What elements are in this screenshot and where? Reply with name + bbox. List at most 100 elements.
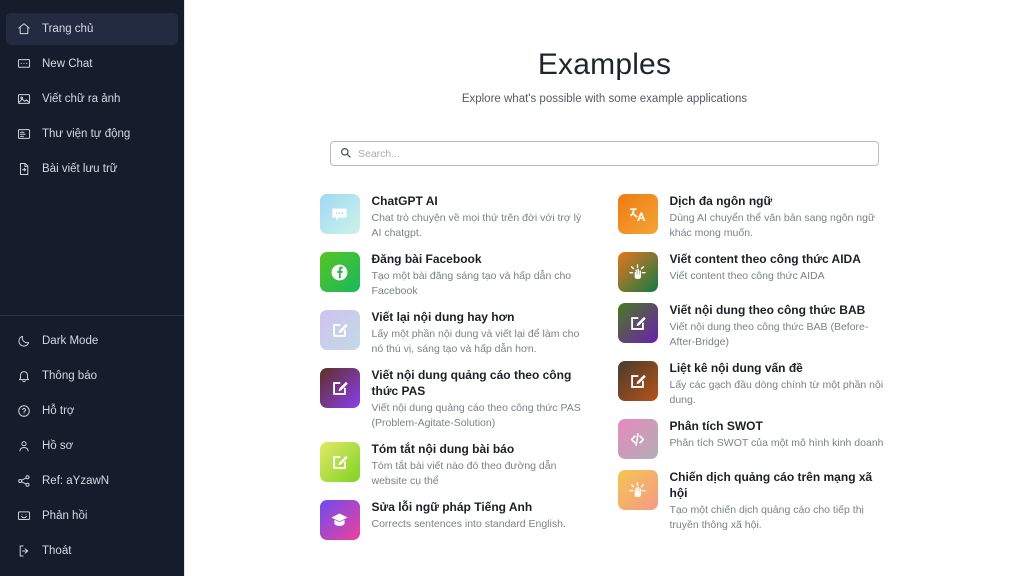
example-card-body: Viết nội dung theo công thức BAB Viết nội… [670,301,890,350]
sidebar-item-2[interactable]: Thông báo [6,360,178,392]
user-icon [16,439,31,454]
graduation-cap-icon [319,500,360,540]
sidebar-item-3[interactable]: Hỗ trợ [6,395,178,427]
example-card-body: Viết lại nội dung hay hơn Lấy một phần nộ… [372,308,592,357]
feedback-icon [16,509,31,524]
example-card-title: Phân tích SWOT [669,419,763,433]
edit-square-icon [617,303,658,343]
sidebar-item-label: Dark Mode [42,335,99,347]
example-card-title: Sửa lỗi ngữ pháp Tiếng Anh [371,500,533,514]
example-card-description: Chat trò chuyện về mọi thứ trên đời với … [371,212,582,239]
example-card[interactable]: Sửa lỗi ngữ pháp Tiếng Anh Corrects sente… [319,498,592,549]
example-card-body: Viết content theo công thức AIDA Viết con… [670,250,861,284]
example-card-description: Phân tích SWOT của một mô hình kinh doan… [669,437,884,449]
example-card-title: Chiến dịch quảng cáo trên mạng xã hội [669,470,873,500]
example-card-description: Corrects sentences into standard English… [371,518,566,530]
example-card-title: Viết content theo công thức AIDA [669,252,861,266]
example-card[interactable]: Tóm tắt nội dung bài báo Tóm tắt bài viết… [319,440,592,498]
example-card[interactable]: Đăng bài Facebook Tạo một bài đăng sáng t… [319,250,592,308]
translate-icon [617,194,658,234]
sidebar-item-5[interactable]: Bài viết lưu trữ [6,153,178,185]
sidebar-divider [0,315,184,316]
example-card-body: Chiến dịch quảng cáo trên mạng xã hội Tạo… [670,468,890,533]
sidebar-item-label: Phản hồi [42,510,88,522]
moon-icon [16,334,31,349]
example-card[interactable]: Viết content theo công thức AIDA Viết con… [617,250,890,301]
sidebar-item-2[interactable]: New Chat [6,48,178,80]
chat-bubble-icon [319,194,360,234]
example-card-title: Tóm tắt nội dung bài báo [371,442,515,456]
search-container [330,141,879,166]
example-card[interactable]: ChatGPT AI Chat trò chuyện về mọi thứ trê… [319,192,592,250]
idea-hand-icon [617,252,658,292]
example-card-description: Viết content theo công thức AIDA [669,270,825,282]
share-icon [16,474,31,489]
example-card-body: Tóm tắt nội dung bài báo Tóm tắt bài viết… [372,440,592,489]
example-card-body: ChatGPT AI Chat trò chuyện về mọi thứ trê… [372,192,592,241]
example-card-description: Lấy một phần nội dung và viết lại để làm… [371,328,580,355]
example-card-body: Đăng bài Facebook Tạo một bài đăng sáng t… [372,250,592,299]
example-card[interactable]: Viết nội dung quảng cáo theo công thức P… [319,366,592,440]
sidebar-item-label: New Chat [42,58,93,70]
example-card[interactable]: Viết nội dung theo công thức BAB Viết nội… [617,301,890,359]
chat-icon [16,57,31,72]
sidebar-secondary-nav: Dark Mode Thông báo Hỗ trợ Hồ sơ Ref: aYzawN… [0,322,184,576]
example-card-description: Dùng AI chuyển thể văn bản sang ngôn ngữ… [669,212,876,239]
sidebar-item-label: Thoát [42,545,72,557]
edit-square-icon [617,361,658,401]
edit-square-icon [319,310,360,350]
sidebar-item-5[interactable]: Ref: aYzawN [6,465,178,497]
image-icon [16,92,31,107]
sidebar-item-label: Ref: aYzawN [42,475,110,487]
example-card[interactable]: Liệt kê nội dung vấn đề Lấy các gạch đầu … [617,359,890,417]
sidebar-item-label: Hỗ trợ [42,405,75,417]
example-card-body: Phân tích SWOT Phân tích SWOT của một mô … [670,417,884,451]
page-subtitle: Explore what's possible with some exampl… [461,93,748,105]
sidebar: Trang chủ New Chat Viết chữ ra ảnh Thư viện… [0,0,185,576]
edit-square-icon [319,442,360,482]
sidebar-item-label: Viết chữ ra ảnh [42,93,121,105]
example-card-title: Viết lại nội dung hay hơn [371,310,515,324]
sidebar-item-6[interactable]: Phản hồi [6,500,178,532]
example-card-title: Viết nội dung quảng cáo theo công thức P… [371,368,572,398]
sidebar-item-label: Thông báo [42,370,97,382]
sidebar-item-1[interactable]: Trang chủ [6,13,178,45]
example-card-description: Tạo một chiến dịch quảng cáo cho tiếp th… [669,504,864,531]
example-card[interactable]: Dịch đa ngôn ngữ Dùng AI chuyển thể văn b… [617,192,890,250]
main-content: Examples Explore what's possible with so… [185,0,1024,576]
library-icon [16,127,31,142]
sidebar-item-3[interactable]: Viết chữ ra ảnh [6,83,178,115]
example-card[interactable]: Viết lại nội dung hay hơn Lấy một phần nộ… [319,308,592,366]
example-card-body: Sửa lỗi ngữ pháp Tiếng Anh Corrects sente… [372,498,566,532]
examples-column-right: Dịch đa ngôn ngữ Dùng AI chuyển thể văn b… [617,192,890,549]
example-card-body: Liệt kê nội dung vấn đề Lấy các gạch đầu … [670,359,890,408]
search-icon [340,145,351,163]
example-card-body: Viết nội dung quảng cáo theo công thức P… [372,366,592,431]
sidebar-item-4[interactable]: Thư viện tự động [6,118,178,150]
facebook-icon [319,252,360,292]
sidebar-item-7[interactable]: Thoát [6,535,178,567]
example-card-description: Viết nội dung quảng cáo theo công thức P… [371,402,581,429]
example-card-description: Lấy các gạch đầu dòng chính từ một phần … [669,379,884,406]
example-card-title: Dịch đa ngôn ngữ [669,194,773,208]
search-box[interactable] [330,141,879,166]
sidebar-item-label: Hồ sơ [42,440,74,452]
document-icon [16,162,31,177]
example-card[interactable]: Chiến dịch quảng cáo trên mạng xã hội Tạo… [617,468,890,542]
app-root: Trang chủ New Chat Viết chữ ra ảnh Thư viện… [0,0,1024,576]
sidebar-primary-nav: Trang chủ New Chat Viết chữ ra ảnh Thư viện… [0,6,184,188]
example-card-description: Viết nội dung theo công thức BAB (Before… [669,321,869,348]
bell-icon [16,369,31,384]
example-card-title: Đăng bài Facebook [371,252,482,266]
idea-hand-icon [617,470,658,510]
examples-column-left: ChatGPT AI Chat trò chuyện về mọi thứ trê… [319,192,592,549]
example-card[interactable]: Phân tích SWOT Phân tích SWOT của một mô … [617,417,890,468]
example-card-title: ChatGPT AI [371,194,438,208]
search-input[interactable] [358,147,869,160]
sidebar-item-4[interactable]: Hồ sơ [6,430,178,462]
sidebar-item-1[interactable]: Dark Mode [6,325,178,357]
page-title: Examples [537,48,672,81]
home-icon [16,22,31,37]
example-card-title: Viết nội dung theo công thức BAB [669,303,866,317]
